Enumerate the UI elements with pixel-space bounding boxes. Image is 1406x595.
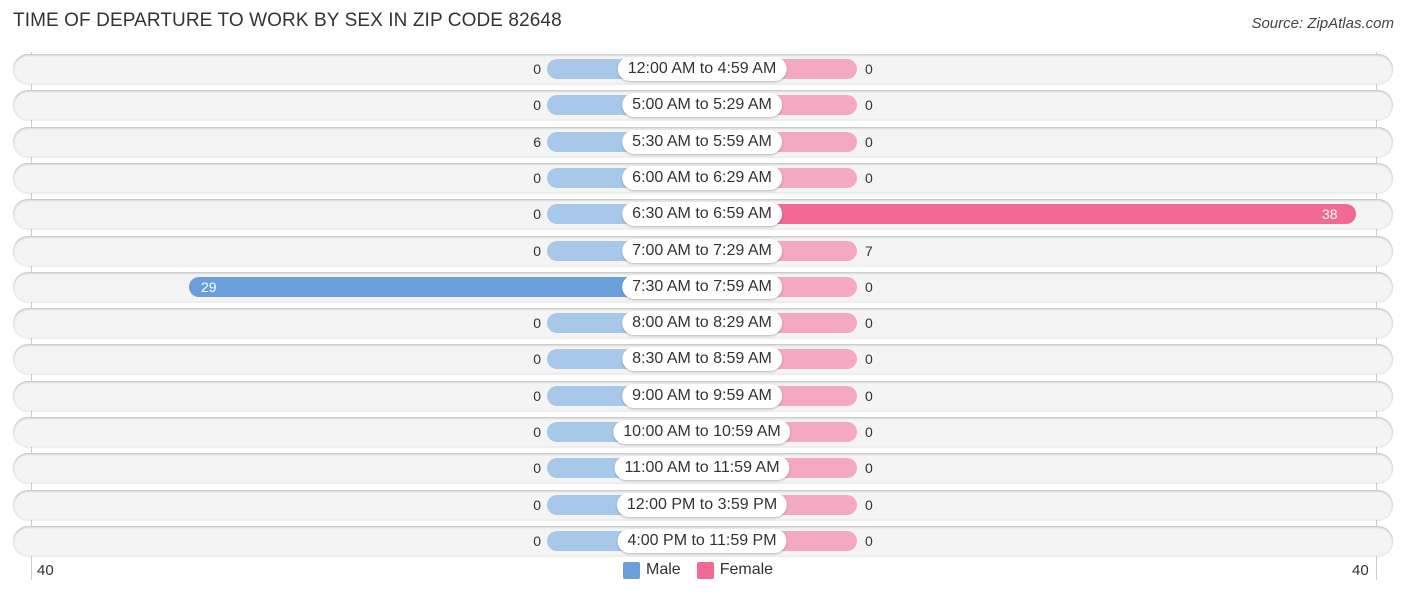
category-label: 5:00 AM to 5:29 AM [622,93,782,118]
value-label-male: 29 [201,278,217,295]
value-label-male: 6 [533,133,541,150]
category-label: 6:00 AM to 6:29 AM [622,165,782,190]
value-label-male: 0 [533,242,541,259]
legend-label-female: Female [719,561,774,578]
category-label: 7:00 AM to 7:29 AM [622,238,782,263]
legend: Male Female [623,561,773,579]
category-label: 10:00 AM to 10:59 AM [613,420,791,444]
value-label-male: 0 [533,424,541,440]
category-label: 8:30 AM to 8:59 AM [622,347,782,372]
value-label-male: 0 [533,496,541,513]
value-label-female: 38 [1322,206,1338,223]
value-label-male: 0 [533,460,541,477]
value-label-female: 0 [865,169,873,186]
legend-swatch-male [623,561,640,579]
category-label: 7:30 AM to 7:59 AM [622,274,782,299]
axis-label-right: 40 [1352,562,1369,579]
value-label-male: 0 [533,97,541,114]
value-label-female: 0 [865,424,873,440]
value-label-female: 0 [865,278,873,295]
value-label-male: 0 [533,387,541,404]
value-label-female: 0 [865,133,873,150]
legend-swatch-female [696,561,714,579]
value-label-male: 0 [533,61,541,77]
value-label-female: 0 [865,460,873,477]
category-label: 9:00 AM to 9:59 AM [622,383,782,408]
source-label: Source: ZipAtlas.com [1251,15,1394,32]
value-label-male: 0 [533,315,541,332]
legend-label-male: Male [646,561,681,578]
value-label-female: 0 [865,315,873,332]
value-label-female: 0 [865,61,873,77]
value-label-male: 0 [533,532,541,549]
category-label: 5:30 AM to 5:59 AM [622,129,782,154]
axis-label-left: 40 [37,562,54,579]
category-label: 8:00 AM to 8:29 AM [622,311,782,336]
chart-title: TIME OF DEPARTURE TO WORK BY SEX IN ZIP … [13,10,562,31]
bar-female [702,204,1356,225]
category-label: 4:00 PM to 11:59 PM [617,528,787,553]
category-label: 6:30 AM to 6:59 AM [622,202,782,227]
value-label-male: 0 [533,351,541,368]
value-label-female: 0 [865,496,873,513]
category-label: 12:00 AM to 4:59 AM [617,57,787,81]
value-label-female: 7 [865,242,873,259]
value-label-female: 0 [865,351,873,368]
category-label: 11:00 AM to 11:59 AM [614,456,790,481]
value-label-male: 0 [533,206,541,223]
category-label: 12:00 PM to 3:59 PM [616,492,788,517]
value-label-female: 0 [865,97,873,114]
value-label-female: 0 [865,532,873,549]
value-label-male: 0 [533,169,541,186]
value-label-female: 0 [865,387,873,404]
